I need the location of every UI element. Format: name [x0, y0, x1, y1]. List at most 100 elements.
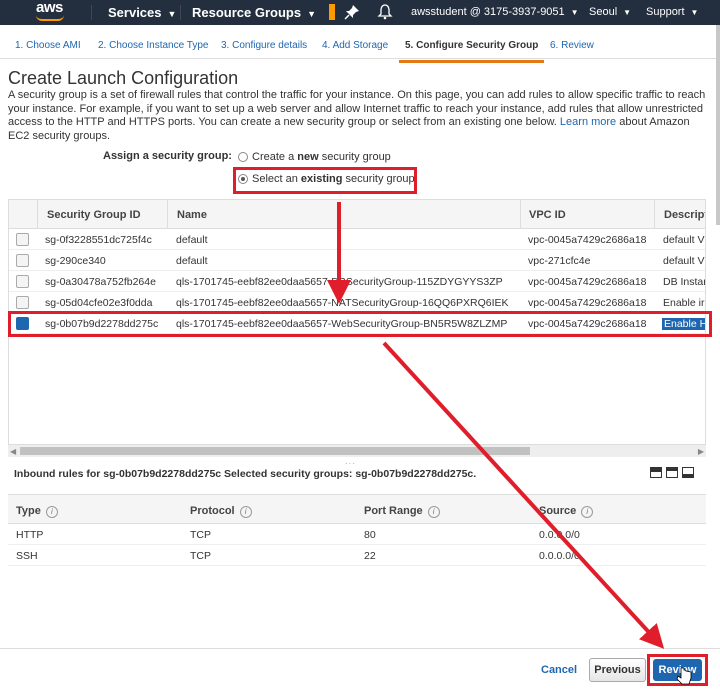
table-header: Security Group ID Name VPC ID Descript: [9, 200, 705, 229]
learn-more-link[interactable]: Learn more: [560, 116, 616, 128]
cell-name: default: [176, 234, 208, 246]
cell-source: 0.0.0.0/0: [539, 529, 580, 541]
panel-layout-toggle: [650, 467, 694, 478]
column-header-name[interactable]: Name: [177, 209, 207, 221]
cell-name: qls-1701745-eebf82ee0daa5657-DBSecurityG…: [176, 276, 503, 288]
cell-id: sg-290ce340: [45, 255, 106, 267]
column-divider: [654, 200, 655, 229]
radio-label-bold: new: [297, 151, 319, 163]
resize-grip-icon[interactable]: ···: [345, 459, 356, 468]
cell-port: 80: [364, 529, 376, 541]
chevron-down-icon: ▼: [623, 8, 632, 17]
cell-type: SSH: [16, 550, 38, 562]
assign-security-group-label: Assign a security group:: [103, 150, 232, 162]
cell-description: default V: [663, 255, 705, 267]
scroll-left-icon[interactable]: ◀: [10, 447, 16, 456]
support-menu[interactable]: Support ▼: [646, 0, 698, 25]
row-checkbox[interactable]: [16, 275, 29, 288]
inbound-rules-table: Type i Protocol i Port Range i Source i HTTP…: [8, 494, 706, 566]
column-header-source: Source i: [539, 505, 594, 518]
support-label: Support: [646, 6, 685, 18]
aws-logo[interactable]: aws: [36, 0, 70, 23]
cell-name: default: [176, 255, 208, 267]
column-divider: [37, 200, 38, 229]
account-menu[interactable]: awsstudent @ 3175-3937-9051 ▼: [411, 0, 579, 25]
services-menu[interactable]: Services ▼: [108, 0, 176, 25]
cell-port: 22: [364, 550, 376, 562]
layout-split-icon[interactable]: [666, 467, 678, 478]
inbound-rules-title: Inbound rules for sg-0b07b9d2278dd275c S…: [14, 468, 477, 480]
region-label: Seoul: [589, 6, 618, 18]
header-label: Protocol: [190, 505, 235, 517]
cell-id: sg-0a30478a752fb264e: [45, 276, 156, 288]
cell-vpc: vpc-0045a7429c2686a18: [528, 276, 647, 288]
column-divider: [167, 200, 168, 229]
column-header-vpc[interactable]: VPC ID: [529, 209, 566, 221]
annotation-highlight-box: [8, 311, 712, 337]
column-header-id[interactable]: Security Group ID: [47, 209, 141, 221]
aws-logo-text: aws: [36, 0, 63, 16]
info-icon[interactable]: i: [427, 506, 440, 518]
cell-vpc: vpc-0045a7429c2686a18: [528, 234, 647, 246]
header-label: Type: [16, 505, 41, 517]
horizontal-scrollbar[interactable]: ◀ ▶: [8, 445, 706, 457]
table-row[interactable]: sg-0f3228551dc725f4c default vpc-0045a74…: [9, 229, 705, 250]
cell-id: sg-05d04cfe02e3f0dda: [45, 297, 153, 309]
tab-configure-security-group[interactable]: 5. Configure Security Group: [398, 40, 545, 63]
layout-full-icon[interactable]: [650, 467, 662, 478]
page-scrollbar[interactable]: [716, 25, 720, 225]
row-checkbox[interactable]: [16, 254, 29, 267]
service-color-icon[interactable]: [329, 4, 335, 20]
cell-source: 0.0.0.0/0: [539, 550, 580, 562]
top-nav-bar: aws Services ▼ Resource Groups ▼ awsstuden…: [0, 0, 720, 25]
resource-groups-menu[interactable]: Resource Groups ▼: [192, 0, 316, 25]
tab-choose-ami[interactable]: 1. Choose AMI: [15, 40, 81, 51]
cell-protocol: TCP: [190, 550, 211, 562]
cell-name: qls-1701745-eebf82ee0daa5657-NATSecurity…: [176, 297, 509, 309]
info-icon[interactable]: i: [581, 506, 594, 518]
tab-configure-details[interactable]: 3. Configure details: [221, 40, 307, 51]
radio-label: security group: [318, 151, 391, 163]
column-header-description[interactable]: Descript: [664, 209, 705, 221]
page-title: Create Launch Configuration: [8, 68, 239, 88]
cell-type: HTTP: [16, 529, 44, 541]
tab-choose-instance-type[interactable]: 2. Choose Instance Type: [98, 40, 208, 51]
row-checkbox[interactable]: [16, 233, 29, 246]
info-icon[interactable]: i: [239, 506, 252, 518]
bell-icon[interactable]: [377, 4, 393, 20]
column-header-protocol: Protocol i: [190, 505, 252, 518]
account-label: awsstudent @ 3175-3937-9051: [411, 6, 565, 18]
table-row: SSH TCP 22 0.0.0.0/0: [8, 545, 706, 566]
row-checkbox[interactable]: [16, 296, 29, 309]
cell-description: DB Instan: [663, 276, 706, 288]
annotation-highlight-box: [233, 167, 417, 194]
chevron-down-icon: ▼: [690, 8, 699, 17]
table-row: HTTP TCP 80 0.0.0.0/0: [8, 524, 706, 545]
cell-protocol: TCP: [190, 529, 211, 541]
region-menu[interactable]: Seoul ▼: [589, 0, 631, 25]
cell-vpc: vpc-271cfc4e: [528, 255, 591, 267]
scrollbar-thumb[interactable]: [20, 447, 530, 455]
layout-bottom-icon[interactable]: [682, 467, 694, 478]
table-row[interactable]: sg-290ce340 default vpc-271cfc4e default…: [9, 250, 705, 271]
nav-divider: [180, 5, 181, 20]
wizard-steps: 1. Choose AMI 2. Choose Instance Type 3.…: [0, 25, 720, 63]
table-row[interactable]: sg-0a30478a752fb264e qls-1701745-eebf82e…: [9, 271, 705, 292]
tab-add-storage[interactable]: 4. Add Storage: [322, 40, 388, 51]
chevron-down-icon: ▼: [570, 8, 579, 17]
table-row[interactable]: sg-05d04cfe02e3f0dda qls-1701745-eebf82e…: [9, 292, 705, 313]
radio-button[interactable]: [238, 152, 248, 162]
radio-create-new[interactable]: Create a new security group: [238, 151, 391, 163]
pin-icon[interactable]: [344, 4, 360, 20]
chevron-down-icon: ▼: [307, 9, 317, 19]
header-label: Source: [539, 505, 577, 517]
scroll-right-icon[interactable]: ▶: [698, 447, 704, 456]
info-icon[interactable]: i: [45, 506, 58, 518]
nav-divider: [91, 5, 92, 20]
previous-button[interactable]: Previous: [589, 658, 646, 682]
cell-description: default V: [663, 234, 705, 246]
tab-review[interactable]: 6. Review: [550, 40, 594, 51]
chevron-down-icon: ▼: [167, 9, 177, 19]
annotation-highlight-box: [647, 654, 708, 686]
cancel-button[interactable]: Cancel: [541, 664, 577, 676]
